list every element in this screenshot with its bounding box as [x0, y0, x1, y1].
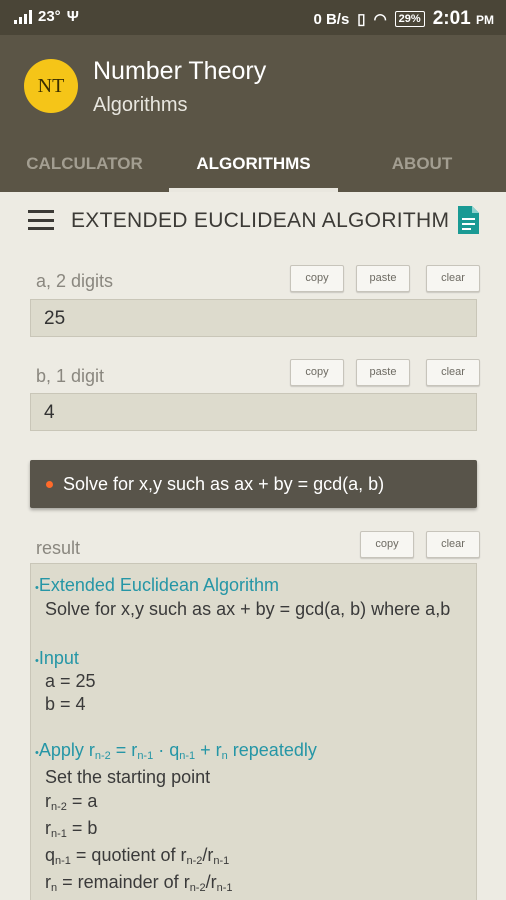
algorithm-title: EXTENDED EUCLIDEAN ALGORITHM — [71, 209, 450, 232]
status-temperature: 23° — [38, 8, 61, 25]
status-bar: 23° Ψ 0 B/s ▯ ◠ 29% 2:01 PM — [0, 0, 506, 35]
result-rn: rn = remainder of rn-2/rn-1 — [45, 872, 233, 894]
result-heading-algorithm: •Extended Euclidean Algorithm — [35, 575, 280, 595]
input-a-label: a, 2 digits — [36, 271, 114, 291]
input-a-paste-button[interactable]: paste — [356, 265, 410, 292]
result-label: result — [36, 538, 81, 558]
data-rate: 0 B/s — [313, 10, 350, 28]
menu-icon[interactable] — [28, 210, 54, 230]
tab-bar: CALCULATOR ALGORITHMS ABOUT — [0, 139, 506, 192]
result-output[interactable]: •Extended Euclidean Algorithm Solve for … — [30, 563, 477, 900]
result-set-start: Set the starting point — [45, 767, 211, 787]
result-description: Solve for x,y such as ax + by = gcd(a, b… — [45, 599, 451, 619]
result-rn2: rn-2 = a — [45, 791, 98, 813]
result-copy-button[interactable]: copy — [360, 531, 414, 558]
result-heading-apply: •Apply rn-2 = rn-1 · qn-1 + rn repeatedl… — [35, 740, 317, 762]
document-icon[interactable] — [458, 206, 479, 234]
bullet-icon — [46, 481, 53, 488]
battery-indicator: 29% — [394, 11, 425, 27]
solve-button[interactable]: Solve for x,y such as ax + by = gcd(a, b… — [30, 460, 477, 508]
app-title: Number Theory — [93, 57, 267, 85]
input-b-copy-button[interactable]: copy — [290, 359, 344, 386]
result-clear-button[interactable]: clear — [426, 531, 480, 558]
algorithm-toolbar: EXTENDED EUCLIDEAN ALGORITHM — [0, 192, 506, 250]
tab-calculator[interactable]: CALCULATOR — [0, 139, 169, 192]
result-input-b: b = 4 — [45, 694, 86, 714]
input-a-copy-button[interactable]: copy — [290, 265, 344, 292]
input-b-label: b, 1 digit — [36, 366, 105, 386]
tab-about[interactable]: ABOUT — [338, 139, 506, 192]
result-rn1: rn-1 = b — [45, 818, 98, 840]
clock: 2:01 PM — [432, 8, 494, 29]
signal-icon — [14, 9, 32, 24]
vibrate-icon: ▯ — [357, 11, 366, 28]
result-input-a: a = 25 — [45, 671, 96, 691]
input-a-clear-button[interactable]: clear — [426, 265, 480, 292]
usb-icon: Ψ — [66, 8, 79, 25]
input-b-field[interactable]: 4 — [30, 393, 477, 431]
input-a-field[interactable]: 25 — [30, 299, 477, 337]
app-logo: NT — [24, 59, 78, 113]
input-b-clear-button[interactable]: clear — [426, 359, 480, 386]
result-qn1: qn-1 = quotient of rn-2/rn-1 — [45, 845, 230, 867]
tab-algorithms[interactable]: ALGORITHMS — [169, 139, 338, 192]
wifi-icon: ◠ — [373, 11, 387, 28]
solve-button-label: Solve for x,y such as ax + by = gcd(a, b… — [63, 474, 385, 494]
app-bar: NT Number Theory Algorithms CALCULATOR A… — [0, 35, 506, 192]
app-subtitle: Algorithms — [93, 94, 188, 116]
result-heading-input: •Input — [35, 648, 79, 668]
input-b-paste-button[interactable]: paste — [356, 359, 410, 386]
